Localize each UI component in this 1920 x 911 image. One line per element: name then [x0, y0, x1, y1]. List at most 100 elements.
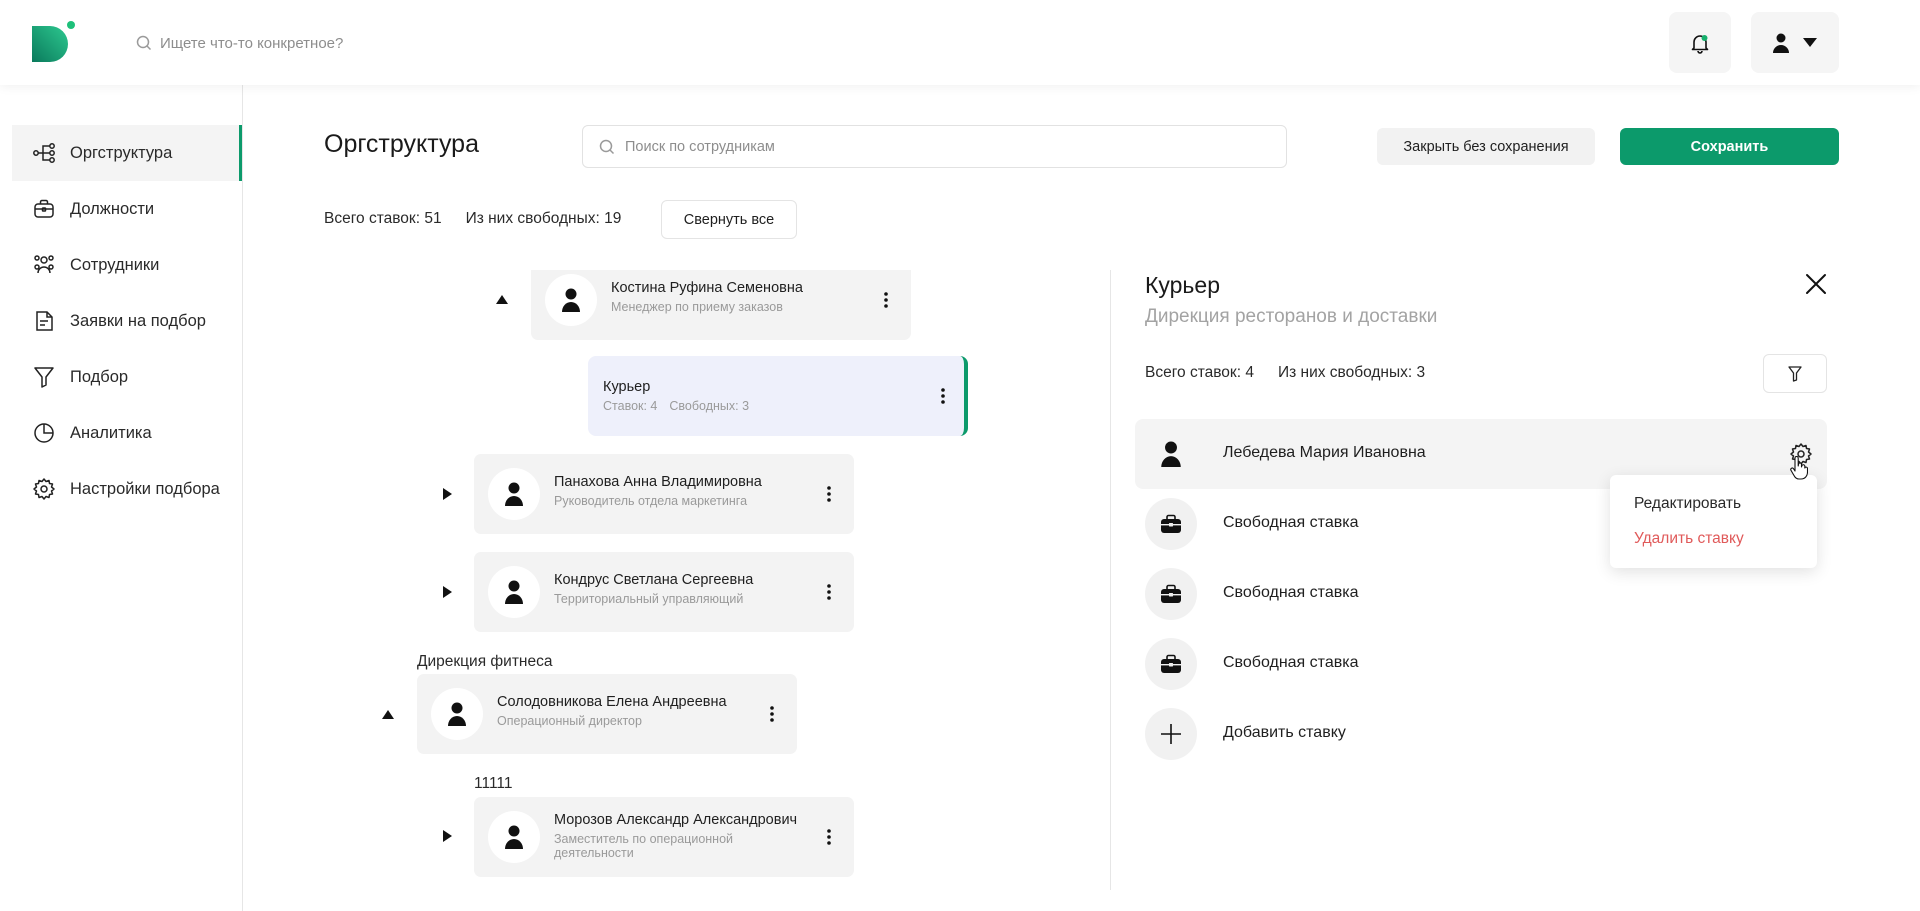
- sidebar-item-requests[interactable]: Заявки на подбор: [12, 293, 242, 349]
- user-menu-button[interactable]: [1751, 12, 1839, 73]
- employee-role: Территориальный управляющий: [554, 592, 744, 606]
- employee-name: Морозов Александр Александрович: [554, 812, 798, 828]
- briefcase-icon: [1161, 654, 1181, 673]
- funnel-icon: [34, 367, 54, 388]
- sidebar-item-label: Настройки подбора: [70, 479, 220, 498]
- logo[interactable]: [32, 20, 78, 66]
- people-icon: [34, 255, 54, 274]
- sidebar-item-analytics[interactable]: Аналитика: [12, 405, 242, 461]
- employee-name: Кондрус Светлана Сергеевна: [554, 572, 754, 588]
- plus-icon-circle: [1145, 708, 1197, 760]
- global-search[interactable]: [136, 31, 460, 55]
- more-icon[interactable]: [883, 290, 889, 310]
- avatar: [1145, 638, 1197, 690]
- expand-toggle[interactable]: [443, 830, 452, 842]
- employee-name: Панахова Анна Владимировна: [554, 474, 762, 490]
- more-icon[interactable]: [769, 704, 775, 724]
- close-icon[interactable]: [1804, 272, 1828, 296]
- sidebar: Оргструктура Должности Сотрудники Заявки…: [0, 85, 243, 911]
- avatar: [488, 468, 540, 520]
- add-slot-button[interactable]: Добавить ставку: [1135, 699, 1827, 769]
- close-without-saving-button[interactable]: Закрыть без сохранения: [1377, 128, 1595, 165]
- avatar: [1145, 428, 1197, 480]
- avatar: [545, 274, 597, 326]
- more-icon[interactable]: [826, 484, 832, 504]
- avatar: [488, 566, 540, 618]
- user-icon: [505, 580, 523, 604]
- panel-subtitle: Дирекция ресторанов и доставки: [1145, 306, 1438, 327]
- sidebar-item-recruiting-settings[interactable]: Настройки подбора: [12, 461, 242, 517]
- employee-card[interactable]: Солодовникова Елена Андреевна Операционн…: [417, 674, 797, 754]
- employee-card[interactable]: Морозов Александр Александрович Заместит…: [474, 797, 854, 877]
- caret-down-icon: [1803, 38, 1817, 47]
- department-label: 11111: [474, 775, 513, 792]
- sidebar-item-employees[interactable]: Сотрудники: [12, 237, 242, 293]
- sidebar-item-label: Сотрудники: [70, 255, 160, 274]
- position-title: Курьер: [603, 379, 651, 395]
- hand-cursor-icon: [1790, 456, 1808, 480]
- expand-toggle[interactable]: [443, 586, 452, 598]
- panel-total-slots: Всего ставок: 4: [1145, 364, 1254, 381]
- sidebar-item-positions[interactable]: Должности: [12, 181, 242, 237]
- user-icon: [505, 825, 523, 849]
- org-tree: Костина Руфина Семеновна Менеджер по при…: [243, 270, 1110, 911]
- more-icon[interactable]: [826, 827, 832, 847]
- employee-card[interactable]: Панахова Анна Владимировна Руководитель …: [474, 454, 854, 534]
- employee-card[interactable]: Костина Руфина Семеновна Менеджер по при…: [531, 270, 911, 340]
- position-stats: Ставок: 4 Свободных: 3: [603, 399, 749, 413]
- avatar: [431, 688, 483, 740]
- sidebar-item-label: Подбор: [70, 367, 129, 386]
- slot-row[interactable]: Свободная ставка: [1135, 629, 1827, 699]
- panel-free-slots: Из них свободных: 3: [1277, 364, 1426, 381]
- notifications-button[interactable]: [1669, 12, 1731, 73]
- more-icon[interactable]: [826, 582, 832, 602]
- briefcase-icon: [1161, 514, 1181, 533]
- slot-label: Добавить ставку: [1223, 724, 1346, 741]
- collapse-toggle[interactable]: [496, 295, 508, 304]
- sidebar-item-org-structure[interactable]: Оргструктура: [12, 125, 242, 181]
- avatar: [488, 811, 540, 863]
- employee-role: Руководитель отдела маркетинга: [554, 494, 748, 508]
- total-stats: Всего ставок: 51 Из них свободных: 19: [324, 210, 621, 228]
- edit-menu-item[interactable]: Редактировать: [1634, 495, 1741, 513]
- collapse-toggle[interactable]: [382, 710, 394, 719]
- employee-search-input[interactable]: [625, 138, 1225, 155]
- employee-role: Менеджер по приему заказов: [611, 300, 783, 314]
- department-label: Дирекция фитнеса: [417, 653, 553, 670]
- expand-toggle[interactable]: [443, 488, 452, 500]
- employee-search[interactable]: [582, 125, 1287, 168]
- slot-row[interactable]: Свободная ставка: [1135, 559, 1827, 629]
- user-icon: [1161, 441, 1181, 467]
- avatar: [1145, 568, 1197, 620]
- panel-title: Курьер: [1145, 272, 1220, 298]
- position-free: Свободных: 3: [669, 399, 750, 413]
- save-button[interactable]: Сохранить: [1620, 128, 1839, 165]
- position-slots: Ставок: 4: [603, 399, 658, 413]
- search-icon: [136, 35, 152, 51]
- employee-name: Костина Руфина Семеновна: [611, 280, 803, 296]
- slot-label: Лебедева Мария Ивановна: [1223, 444, 1426, 461]
- briefcase-icon: [1161, 584, 1181, 603]
- employee-role: Заместитель по операционной деятельности: [554, 832, 734, 860]
- page-title: Оргструктура: [324, 130, 479, 158]
- filter-button[interactable]: [1763, 354, 1827, 393]
- global-search-input[interactable]: [160, 34, 460, 52]
- user-icon: [1773, 33, 1789, 53]
- search-icon: [599, 139, 615, 154]
- slot-label: Свободная ставка: [1223, 584, 1359, 601]
- free-slots: Из них свободных: 19: [465, 210, 622, 227]
- panel-stats: Всего ставок: 4 Из них свободных: 3: [1145, 364, 1425, 382]
- position-card-courier[interactable]: Курьер Ставок: 4 Свободных: 3: [588, 356, 968, 436]
- panel-divider: [1110, 270, 1111, 890]
- gear-icon: [33, 478, 55, 500]
- collapse-all-button[interactable]: Свернуть все: [661, 200, 797, 239]
- employee-card[interactable]: Кондрус Светлана Сергеевна Территориальн…: [474, 552, 854, 632]
- bell-icon: [1691, 34, 1709, 54]
- sidebar-item-label: Заявки на подбор: [70, 311, 206, 330]
- avatar: [1145, 498, 1197, 550]
- slot-label: Свободная ставка: [1223, 514, 1359, 531]
- delete-slot-menu-item[interactable]: Удалить ставку: [1634, 530, 1744, 548]
- more-icon[interactable]: [940, 386, 946, 406]
- funnel-icon: [1788, 365, 1802, 382]
- sidebar-item-recruiting[interactable]: Подбор: [12, 349, 242, 405]
